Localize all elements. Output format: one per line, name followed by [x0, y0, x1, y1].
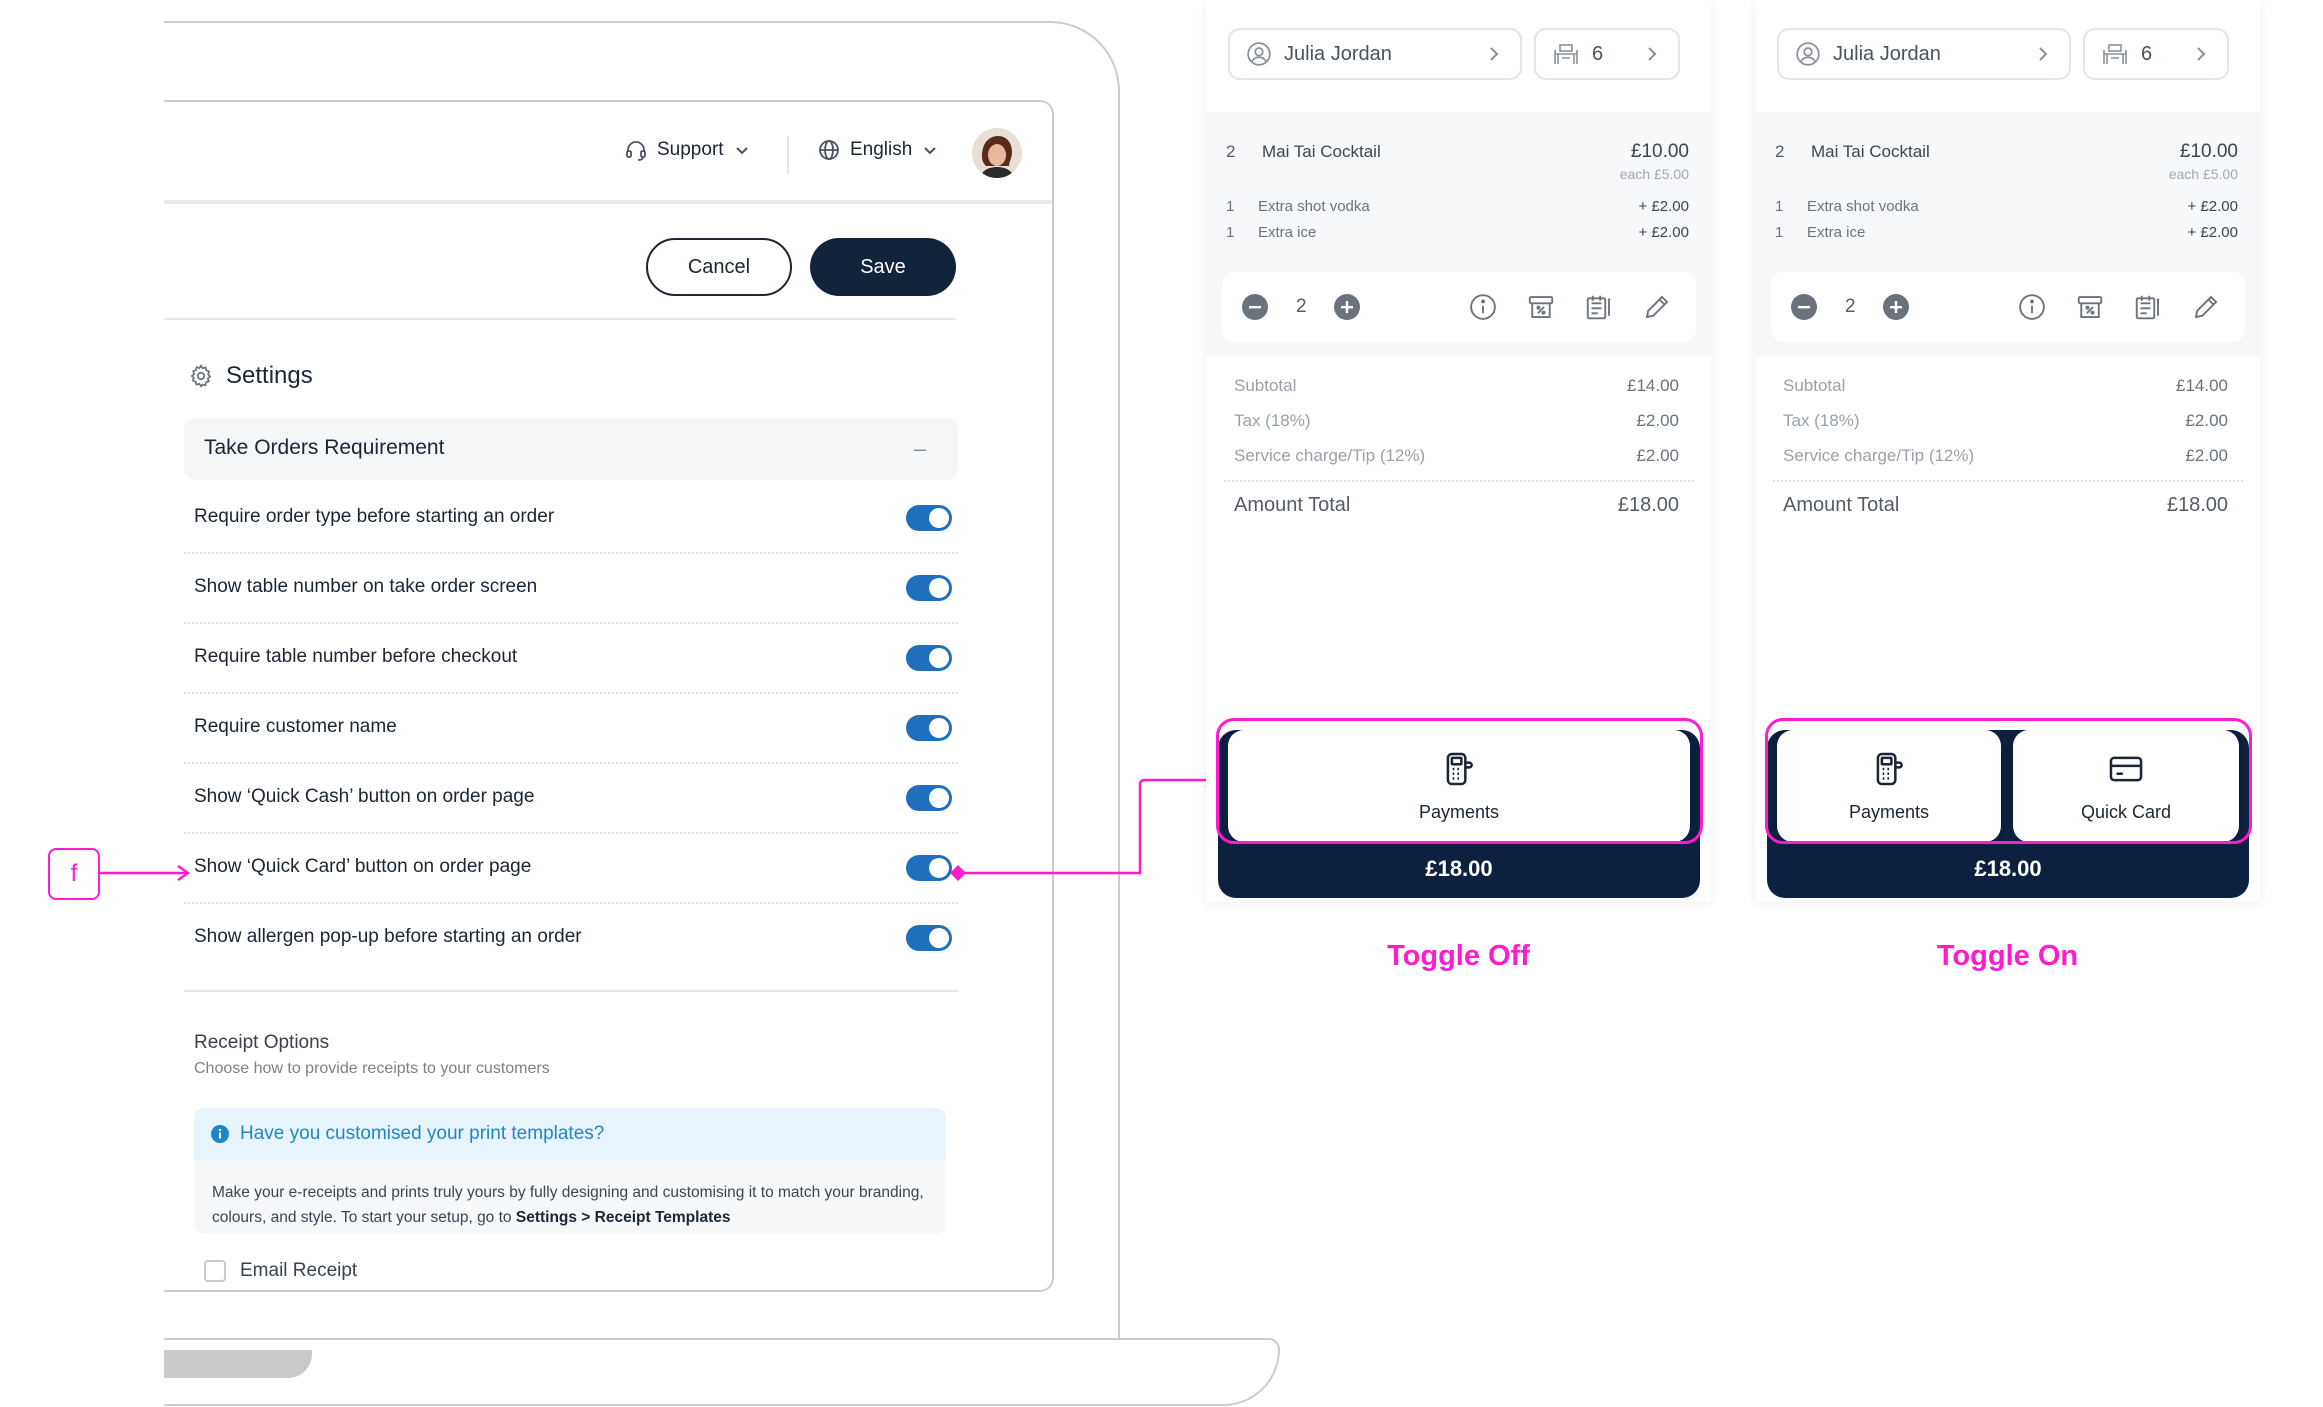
note-icon[interactable]: [1584, 292, 1614, 322]
total-label: Amount Total: [1783, 494, 1900, 516]
table-chip[interactable]: 6: [1534, 28, 1680, 80]
item-each-price: each £5.00: [1619, 166, 1689, 182]
stepper-value: 2: [1296, 296, 1307, 317]
plus-icon[interactable]: [1883, 294, 1909, 320]
user-icon: [1246, 41, 1272, 67]
order-item[interactable]: 2 Mai Tai Cocktail £10.00 each £5.00 1 E…: [1206, 112, 1711, 356]
chevron-right-icon: [1484, 44, 1504, 64]
service-label: Service charge/Tip (12%): [1234, 446, 1426, 465]
stepper-value: 2: [1845, 296, 1856, 317]
note-icon[interactable]: [2133, 292, 2163, 322]
order-item[interactable]: 2 Mai Tai Cocktail £10.00 each £5.00 1 E…: [1755, 112, 2260, 356]
modifier-name: Extra ice: [1807, 224, 1866, 241]
modifier-qty: 1: [1226, 224, 1235, 241]
caption-toggle-on: Toggle On: [1936, 940, 2079, 972]
modifier-qty: 1: [1226, 198, 1235, 215]
divider: [1224, 480, 1694, 482]
chevron-right-icon: [1642, 44, 1662, 64]
item-name: Mai Tai Cocktail: [1811, 142, 1930, 161]
service-label: Service charge/Tip (12%): [1783, 446, 1975, 465]
chevron-right-icon: [2033, 44, 2053, 64]
pos-preview-toggle-off: Julia Jordan 6 2 Mai Tai Cocktail £10.00…: [1206, 0, 1711, 972]
subtotal-label: Subtotal: [1234, 376, 1297, 395]
tax-value: £2.00: [2185, 411, 2228, 430]
modifier-price: + £2.00: [1638, 224, 1689, 241]
highlight-frame: [1216, 718, 1703, 844]
item-controls: 2: [1222, 272, 1696, 342]
item-qty: 2: [1226, 142, 1236, 161]
modifier-price: + £2.00: [2187, 224, 2238, 241]
plus-icon[interactable]: [1334, 294, 1360, 320]
total-value: £18.00: [1617, 494, 1679, 516]
chevron-right-icon: [2191, 44, 2211, 64]
table-number: 6: [1592, 42, 1604, 65]
customer-name: Julia Jordan: [1833, 42, 1941, 65]
minus-icon[interactable]: [1791, 294, 1817, 320]
modifier-qty: 1: [1775, 198, 1784, 215]
customer-chip[interactable]: Julia Jordan: [1228, 28, 1522, 80]
modifier-price: + £2.00: [1638, 198, 1689, 215]
table-icon: [1552, 41, 1580, 67]
item-qty: 2: [1775, 142, 1785, 161]
modifier-price: + £2.00: [2187, 198, 2238, 215]
caption-toggle-off: Toggle Off: [1387, 940, 1530, 972]
total-value: £18.00: [2166, 494, 2228, 516]
table-number: 6: [2141, 42, 2153, 65]
tax-label: Tax (18%): [1234, 411, 1311, 430]
customer-name: Julia Jordan: [1284, 42, 1392, 65]
info-icon[interactable]: [2017, 292, 2047, 322]
pay-amount: £18.00: [1974, 856, 2042, 881]
info-icon[interactable]: [1468, 292, 1498, 322]
total-label: Amount Total: [1234, 494, 1351, 516]
table-icon: [2101, 41, 2129, 67]
pay-amount: £18.00: [1425, 856, 1493, 881]
item-price: £10.00: [1630, 141, 1689, 162]
edit-icon[interactable]: [2191, 292, 2221, 322]
service-value: £2.00: [2185, 446, 2228, 465]
pos-preview-toggle-on: Julia Jordan 6 2 Mai Tai Cocktail £10.00…: [1755, 0, 2260, 972]
modifier-name: Extra shot vodka: [1258, 198, 1370, 215]
modifier-qty: 1: [1775, 224, 1784, 241]
customer-chip[interactable]: Julia Jordan: [1777, 28, 2071, 80]
item-name: Mai Tai Cocktail: [1262, 142, 1381, 161]
item-each-price: each £5.00: [2168, 166, 2238, 182]
minus-icon[interactable]: [1242, 294, 1268, 320]
tax-label: Tax (18%): [1783, 411, 1860, 430]
edit-icon[interactable]: [1642, 292, 1672, 322]
discount-icon[interactable]: [2075, 292, 2105, 322]
highlight-frame: [1765, 718, 2252, 844]
table-chip[interactable]: 6: [2083, 28, 2229, 80]
modifier-name: Extra shot vodka: [1807, 198, 1919, 215]
subtotal-value: £14.00: [1627, 376, 1679, 395]
tax-value: £2.00: [1636, 411, 1679, 430]
item-price: £10.00: [2179, 141, 2238, 162]
divider: [1773, 480, 2243, 482]
item-controls: 2: [1771, 272, 2245, 342]
subtotal-label: Subtotal: [1783, 376, 1846, 395]
user-icon: [1795, 41, 1821, 67]
subtotal-value: £14.00: [2176, 376, 2228, 395]
service-value: £2.00: [1636, 446, 1679, 465]
discount-icon[interactable]: [1526, 292, 1556, 322]
modifier-name: Extra ice: [1258, 224, 1317, 241]
